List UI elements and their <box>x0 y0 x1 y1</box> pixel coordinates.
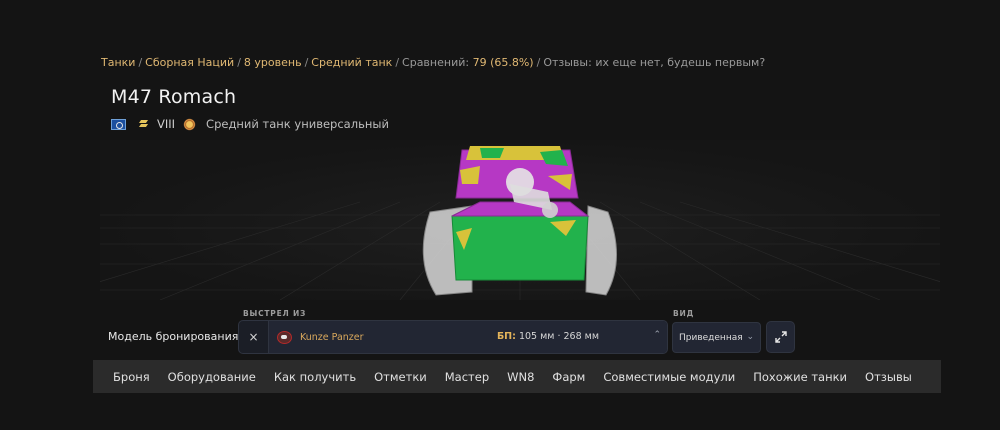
tank-info-row: VIII Средний танк универсальный <box>111 116 389 132</box>
tank-role: Средний танк универсальный <box>206 117 389 131</box>
shell-dropdown[interactable]: Kunze Panzer БП: 105 мм · 268 мм ⌃ <box>269 321 667 353</box>
clear-shell-button[interactable]: × <box>239 321 269 353</box>
breadcrumb-nation-link[interactable]: Сборная Наций <box>145 56 234 69</box>
tank-tier: VIII <box>157 117 176 131</box>
reviews-link[interactable]: их еще нет, будешь первым? <box>595 56 765 69</box>
armor-model-viewport[interactable] <box>100 140 940 300</box>
tab-farm[interactable]: Фарм <box>552 370 585 384</box>
page-title: M47 Romach <box>111 86 237 108</box>
penetration-info: БП: 105 мм · 268 мм <box>497 331 599 342</box>
tab-how-to-get[interactable]: Как получить <box>274 370 356 384</box>
nation-flag-icon <box>111 118 126 130</box>
tab-compatible-modules[interactable]: Совместимые модули <box>603 370 735 384</box>
view-value: Приведенная <box>679 332 743 343</box>
breadcrumb-tanks-link[interactable]: Танки <box>101 56 135 69</box>
tab-master[interactable]: Мастер <box>445 370 489 384</box>
tab-reviews[interactable]: Отзывы <box>865 370 912 384</box>
penetration-values: 105 мм · 268 мм <box>518 331 599 342</box>
compared-label: Сравнений: <box>402 56 470 69</box>
view-dropdown[interactable]: Приведенная ⌄ <box>672 322 761 353</box>
tank-armor-model <box>100 146 940 300</box>
shell-icon <box>277 330 292 344</box>
armor-model-label: Модель бронирования <box>108 330 239 343</box>
chevron-down-icon: ⌄ <box>746 332 754 342</box>
tank-tabs: Броня Оборудование Как получить Отметки … <box>93 360 941 393</box>
shell-name: Kunze Panzer <box>300 331 364 343</box>
chevron-up-icon: ⌃ <box>653 330 661 340</box>
shell-select: × Kunze Panzer БП: 105 мм · 268 мм ⌃ <box>238 320 668 354</box>
breadcrumb-tier-link[interactable]: 8 уровень <box>244 56 302 69</box>
breadcrumb: Танки / Сборная Наций/8 уровень / Средний та… <box>101 56 766 69</box>
tab-similar-tanks[interactable]: Похожие танки <box>753 370 847 384</box>
right-track <box>585 205 617 296</box>
tab-armor[interactable]: Броня <box>113 370 150 384</box>
penetration-label: БП: <box>496 331 516 342</box>
reviews-label: Отзывы: <box>543 56 592 69</box>
shot-caption: ВЫСТРЕЛ ИЗ <box>243 309 307 318</box>
fullscreen-button[interactable] <box>766 321 795 353</box>
breadcrumb-type-link[interactable]: Средний танк <box>311 56 392 69</box>
tab-marks[interactable]: Отметки <box>374 370 427 384</box>
rank-chevron-icon <box>138 119 149 129</box>
compared-value: 79 (65.8%) <box>472 56 534 69</box>
hull-armor <box>451 201 590 281</box>
tab-equipment[interactable]: Оборудование <box>168 370 256 384</box>
tab-wn8[interactable]: WN8 <box>507 370 534 384</box>
expand-icon <box>774 331 787 343</box>
view-caption: ВИД <box>673 309 695 318</box>
role-gear-icon <box>183 117 197 131</box>
